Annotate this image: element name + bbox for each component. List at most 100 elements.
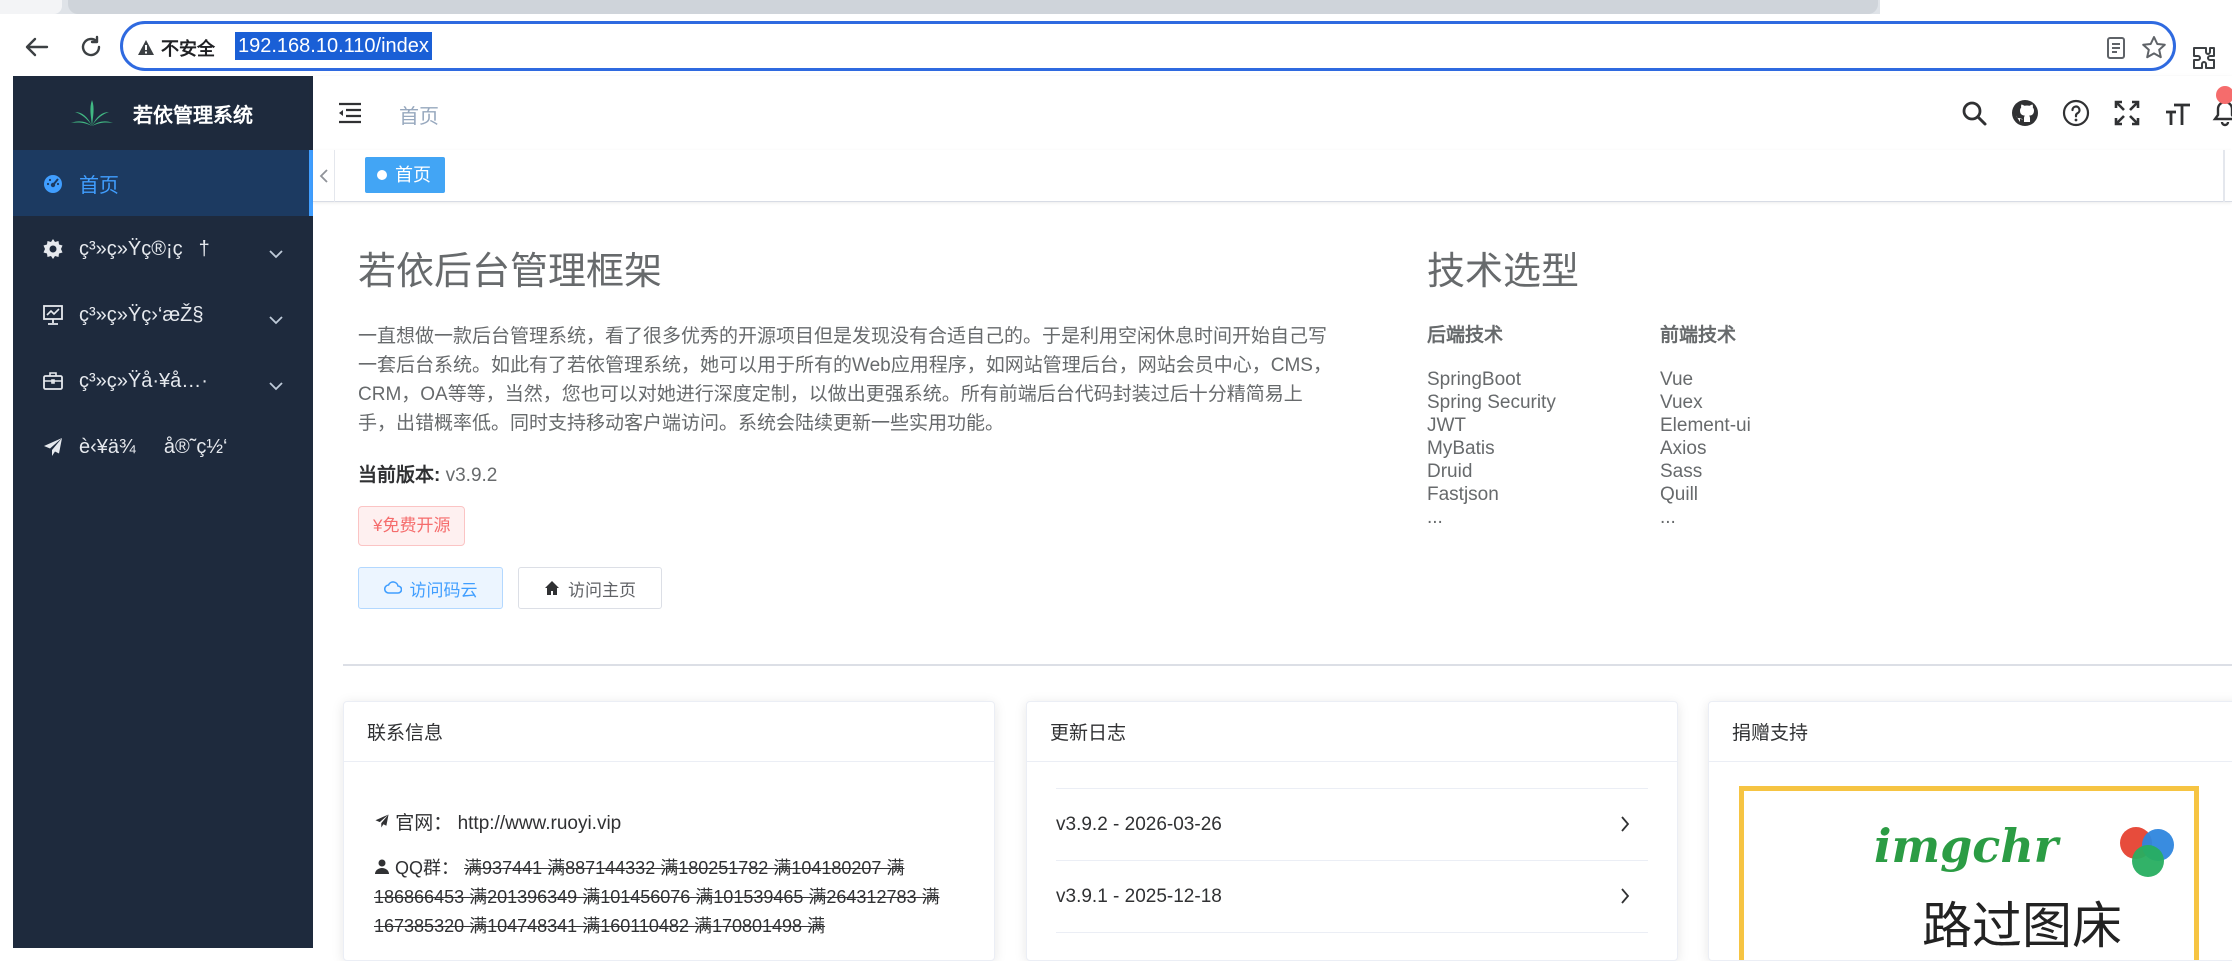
intro-title: 若依后台管理框架 [358,251,663,293]
chevron-right-icon [1620,815,1630,839]
window-edge [0,76,13,948]
donate-image[interactable]: imgchr 路过图床 [1739,786,2199,960]
sidebar-item-label: ç³»ç»Ÿç®¡ç† [79,237,210,260]
donate-card-title: 捐赠支持 [1709,702,2232,762]
changelog-entry[interactable] [1056,932,1648,960]
browser-tab[interactable] [0,0,62,14]
bookmark-star-icon[interactable] [2141,35,2167,61]
sidebar: 若依管理系统 首页 ç³»ç»Ÿç®¡ç† ç³»ç»Ÿç›‘æŽ§ ç³»ç… [13,76,313,948]
version-label: 当前版本: [358,465,441,486]
changelog-entry-label: v3.9.1 - 2025-12-18 [1056,885,1222,907]
menu-fold-icon [339,102,361,124]
security-indicator[interactable]: 不安全 [137,35,215,61]
list-item: Druid [1427,461,1473,482]
github-icon[interactable] [2010,98,2040,128]
toolbox-icon [41,369,65,393]
qq-group-row: QQ群： 满937441 满887144332 满180251782 满1041… [374,854,974,941]
security-label: 不安全 [161,39,215,59]
chevron-down-icon [269,308,283,331]
website-label: 官网： [395,813,453,834]
search-icon[interactable] [1959,98,1989,128]
notification-badge [2216,86,2232,104]
url-text[interactable]: 192.168.10.110/index [235,32,432,60]
chevron-left-icon [319,169,328,183]
visit-home-label: 访问主页 [568,580,636,600]
sidebar-item-tools[interactable]: ç³»ç»Ÿå·¥å…· [13,348,313,414]
gear-icon [41,237,65,261]
free-tag: ¥免费开源 [358,506,466,546]
visit-home-button[interactable]: 访问主页 [518,567,662,609]
sidebar-title: 若依管理系统 [133,104,253,127]
tag-label: 首页 [395,165,431,185]
hamburger-button[interactable] [337,100,363,131]
list-item: ... [1660,507,1676,528]
sidebar-item-website[interactable]: è‹¥ä¾å®˜ç½‘ [13,414,313,480]
website-link[interactable]: http://www.ruoyi.vip [458,813,622,834]
tag-home[interactable]: 首页 [365,157,445,193]
changelog-card-title: 更新日志 [1027,702,1677,762]
frontend-title: 前端技术 [1660,325,1737,346]
browser-toolbar: 不安全 192.168.10.110/index [0,14,2232,76]
browser-tab-strip [0,0,2232,14]
dashboard-icon [41,171,65,195]
chevron-down-icon [269,374,283,397]
reload-icon [81,35,101,57]
sidebar-logo[interactable]: 若依管理系统 [13,76,313,150]
imgchr-logo-icon [2120,827,2174,877]
donate-card: 捐赠支持 imgchr 路过图床 [1708,701,2232,961]
backend-title: 后端技术 [1427,325,1504,346]
list-item: Fastjson [1427,484,1499,505]
contact-card: 联系信息 官网： http://www.ruoyi.vip QQ群： 满9374… [343,701,995,961]
browser-tab-active[interactable] [1880,0,2232,14]
monitor-icon [41,303,65,327]
changelog-entry[interactable]: v3.9.1 - 2025-12-18 [1056,860,1648,932]
changelog-entry[interactable]: v3.9.2 - 2026-03-26 [1056,788,1648,860]
imgchr-logo-text: imgchr [1874,819,2058,873]
list-item: Vue [1660,369,1694,390]
breadcrumb[interactable]: 首页 [399,100,439,129]
sidebar-item-home[interactable]: 首页 [13,150,313,216]
version-value: v3.9.2 [445,465,498,486]
reload-button[interactable] [74,30,108,64]
website-row: 官网： http://www.ruoyi.vip [374,808,621,835]
tags-divider [2223,150,2225,202]
help-icon[interactable] [2061,98,2091,128]
visit-gitee-label: 访问码云 [409,580,478,600]
list-item: Quill [1660,484,1699,505]
list-item: Sass [1660,461,1703,482]
sidebar-item-label: 首页 [79,174,119,197]
qq-numbers: 满937441 满887144332 满180251782 满104180207… [374,858,940,936]
sidebar-item-monitor[interactable]: ç³»ç»Ÿç›‘æŽ§ [13,282,313,348]
navbar: 首页 [313,76,2232,150]
tech-title: 技术选型 [1427,251,1580,293]
list-item: JWT [1427,415,1467,436]
visit-gitee-button[interactable]: 访问码云 [358,567,503,609]
chevron-right-icon [1620,887,1630,911]
sidebar-item-label: ç³»ç»Ÿå·¥å…· [79,369,208,392]
contact-card-title: 联系信息 [344,702,994,762]
list-item: ... [1427,507,1443,528]
browser-tab[interactable] [68,0,1878,14]
fullscreen-icon[interactable] [2112,98,2142,128]
version-line: 当前版本: v3.9.2 [358,460,497,487]
back-arrow-icon [25,37,49,57]
ruoyi-logo-icon [71,100,113,126]
content-divider [343,664,2232,666]
home-icon [545,581,559,595]
tag-dot [377,170,387,180]
send-icon [41,435,65,459]
list-item: Element-ui [1660,415,1751,436]
tags-view: 首页 [313,150,2232,202]
sidebar-item-system[interactable]: ç³»ç»Ÿç®¡ç† [13,216,313,282]
changelog-entry-label: v3.9.2 - 2026-03-26 [1056,813,1222,835]
back-button[interactable] [20,30,54,64]
reader-mode-icon[interactable] [2103,35,2129,61]
extensions-icon[interactable] [2190,44,2218,77]
chevron-down-icon [269,242,283,265]
sidebar-item-label: ç³»ç»Ÿç›‘æŽ§ [79,303,204,326]
tags-scroll-left-button[interactable] [313,150,335,202]
address-bar[interactable]: 不安全 192.168.10.110/index [120,21,2176,71]
changelog-card: 更新日志 v3.9.2 - 2026-03-26 v3.9.1 - 2025-1… [1026,701,1678,961]
font-size-icon[interactable] [2163,98,2193,128]
imgchr-subtitle: 路过图床 [1922,898,2122,954]
